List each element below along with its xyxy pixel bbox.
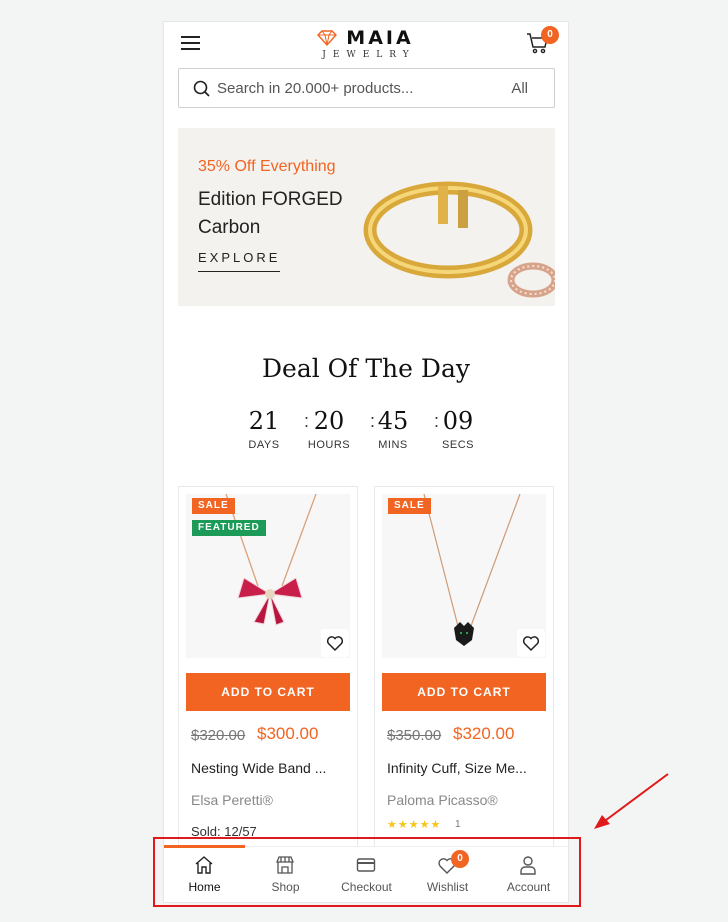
countdown-hours: 20 HOURS	[304, 407, 354, 451]
annotation-arrow-icon	[594, 773, 669, 829]
countdown-value: 21	[248, 407, 280, 435]
product-brand[interactable]: Paloma Picasso®	[387, 792, 498, 808]
old-price: $350.00	[387, 727, 442, 744]
explore-link[interactable]: EXPLORE	[198, 250, 281, 272]
product-brand[interactable]: Elsa Peretti®	[191, 792, 273, 808]
sale-price: $320.00	[453, 724, 515, 743]
search-category-select[interactable]: All	[511, 80, 528, 97]
heart-icon	[326, 636, 344, 652]
old-price: $320.00	[191, 727, 246, 744]
promo-banner[interactable]: 35% Off Everything Edition FORGED Carbon…	[178, 128, 555, 306]
deal-of-the-day-title: Deal Of The Day	[262, 354, 470, 383]
banner-promo: 35% Off Everything	[198, 158, 336, 175]
sale-tag: SALE	[192, 498, 235, 514]
product-image[interactable]: SALE	[382, 494, 546, 658]
product-image[interactable]: SALE FEATURED	[186, 494, 350, 658]
search-bar[interactable]: Search in 20.000+ products... All	[178, 68, 555, 108]
logo-subtitle: JEWELRY	[322, 50, 416, 60]
sale-price: $300.00	[257, 724, 319, 743]
search-icon	[193, 80, 210, 97]
sale-tag: SALE	[388, 498, 431, 514]
countdown-value: 20	[313, 407, 345, 435]
countdown-mins: 45 MINS	[368, 407, 418, 451]
logo[interactable]: MAIA JEWELRY	[314, 28, 424, 62]
countdown-timer: 21 DAYS : 20 HOURS : 45 MINS : 09 SECS	[248, 407, 483, 455]
diamond-logo-icon	[317, 30, 337, 46]
countdown-days: 21 DAYS	[239, 407, 289, 451]
add-to-cart-button[interactable]: ADD TO CART	[382, 673, 546, 711]
highlight-box	[153, 837, 581, 907]
countdown-label: DAYS	[248, 439, 280, 451]
wishlist-button[interactable]	[517, 629, 545, 657]
product-name[interactable]: Nesting Wide Band ...	[191, 760, 326, 776]
heart-icon	[522, 636, 540, 652]
rating-stars: ★★★★★	[387, 819, 442, 831]
rating-count: 1	[455, 819, 461, 830]
banner-title: Edition FORGED Carbon	[198, 189, 343, 238]
wishlist-button[interactable]	[321, 629, 349, 657]
countdown-value: 45	[377, 407, 409, 435]
bracelet-image	[363, 181, 555, 298]
mobile-page: MAIA JEWELRY 0 Search in 20.000+ product…	[163, 21, 569, 903]
cart-button[interactable]: 0	[526, 26, 559, 59]
menu-icon[interactable]	[181, 36, 200, 51]
cart-count-badge: 0	[541, 26, 559, 44]
product-name[interactable]: Infinity Cuff, Size Me...	[387, 760, 527, 776]
featured-tag: FEATURED	[192, 520, 266, 536]
countdown-label: SECS	[442, 439, 474, 451]
countdown-value: 09	[442, 407, 474, 435]
search-input[interactable]: Search in 20.000+ products...	[217, 80, 413, 97]
countdown-label: HOURS	[307, 439, 351, 451]
header: MAIA JEWELRY 0	[164, 22, 568, 66]
countdown-secs: 09 SECS	[433, 407, 483, 451]
add-to-cart-button[interactable]: ADD TO CART	[186, 673, 350, 711]
countdown-label: MINS	[378, 439, 408, 451]
